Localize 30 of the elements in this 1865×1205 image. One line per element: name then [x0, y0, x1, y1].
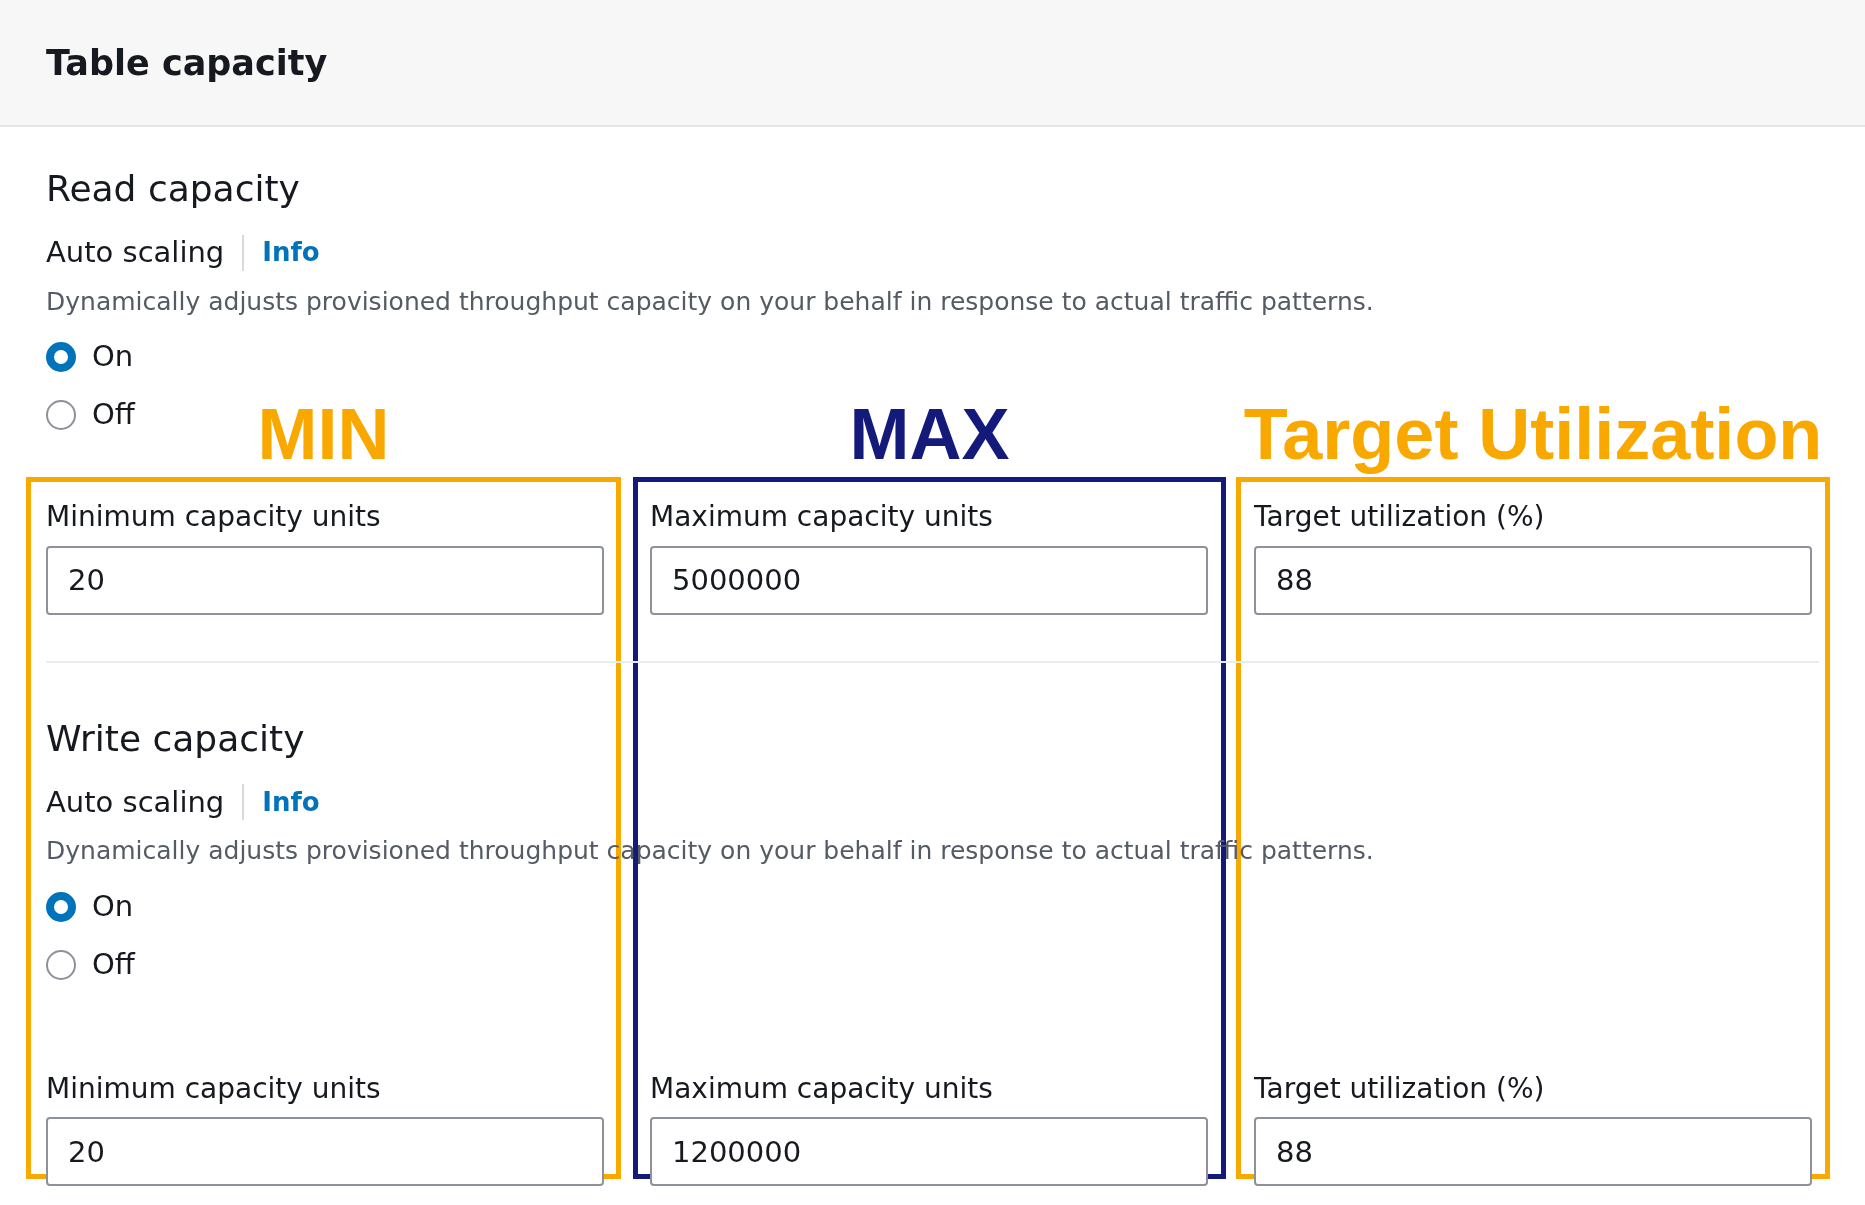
radio-label: On [92, 887, 134, 925]
section-title: Read capacity [46, 171, 301, 207]
radio-label: On [92, 338, 134, 376]
radio-button[interactable] [46, 891, 76, 922]
input-field[interactable]: 20 [46, 545, 604, 615]
panel-title: Table capacity [46, 41, 328, 84]
input-field[interactable]: 20 [46, 1117, 604, 1187]
radio-button[interactable] [46, 949, 76, 980]
info-link[interactable]: Info [262, 233, 320, 273]
input-field[interactable]: 88 [1254, 1117, 1812, 1187]
field-label: Maximum capacity units [650, 1071, 994, 1106]
annotation-label: MAX [849, 398, 1010, 470]
radio-label: Off [92, 396, 135, 434]
section-title: Write capacity [46, 720, 306, 757]
field-label: Target utilization (%) [1254, 500, 1546, 534]
field-label: Target utilization (%) [1254, 1071, 1546, 1106]
info-link[interactable]: Info [262, 782, 320, 822]
setting-label: Auto scaling [46, 234, 225, 271]
description: Dynamically adjusts provisioned throughput capacity on your behalf in response to actual traffic patterns. [46, 285, 1375, 318]
input-field[interactable]: 88 [1254, 545, 1812, 615]
radio-button[interactable] [46, 400, 76, 430]
radio-button[interactable] [46, 342, 76, 372]
input-field[interactable]: 5000000 [650, 545, 1208, 615]
setting-label: Auto scaling [46, 783, 225, 821]
field-label: Minimum capacity units [46, 1071, 382, 1106]
input-field[interactable]: 1200000 [650, 1117, 1208, 1187]
field-label: Minimum capacity units [46, 500, 382, 534]
radio-label: Off [92, 945, 135, 983]
annotation-label: MIN [257, 398, 390, 470]
field-label: Maximum capacity units [650, 500, 994, 534]
